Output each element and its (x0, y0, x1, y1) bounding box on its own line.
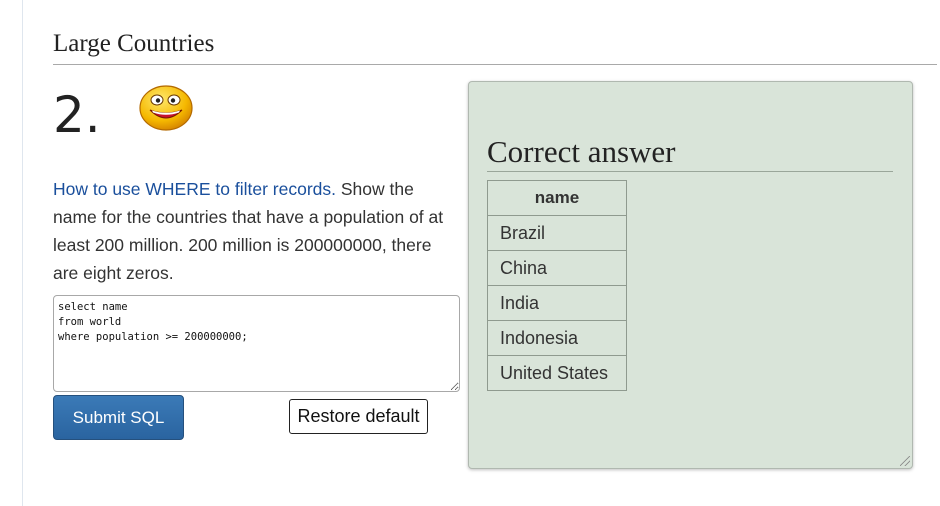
where-tutorial-link[interactable]: How to use WHERE to filter records. (53, 179, 336, 199)
left-margin-rule (22, 0, 23, 506)
table-cell: India (487, 285, 627, 321)
column-header-name: name (487, 180, 627, 216)
table-row: Indonesia (487, 320, 627, 356)
resize-handle[interactable] (900, 456, 910, 466)
smiley-icon (139, 85, 193, 131)
table-cell: Brazil (487, 215, 627, 251)
answer-heading: Correct answer (487, 134, 676, 169)
question-text: How to use WHERE to filter records. Show… (53, 175, 453, 287)
table-row: India (487, 285, 627, 321)
table-cell: Indonesia (487, 320, 627, 356)
section-title: Large Countries (53, 30, 215, 57)
answer-divider (487, 171, 893, 172)
sql-editor[interactable] (53, 295, 460, 392)
table-row: Brazil (487, 215, 627, 251)
submit-sql-button[interactable]: Submit SQL (53, 395, 184, 440)
answer-panel: Correct answer name Brazil China India I… (468, 81, 913, 469)
table-header-row: name (487, 180, 627, 216)
table-cell: China (487, 250, 627, 286)
table-row: United States (487, 355, 627, 391)
answer-table: name Brazil China India Indonesia United… (487, 180, 627, 391)
question-number: 2. (53, 86, 101, 144)
table-row: China (487, 250, 627, 286)
restore-default-button[interactable]: Restore default (289, 399, 428, 434)
table-cell: United States (487, 355, 627, 391)
title-divider (53, 64, 937, 65)
